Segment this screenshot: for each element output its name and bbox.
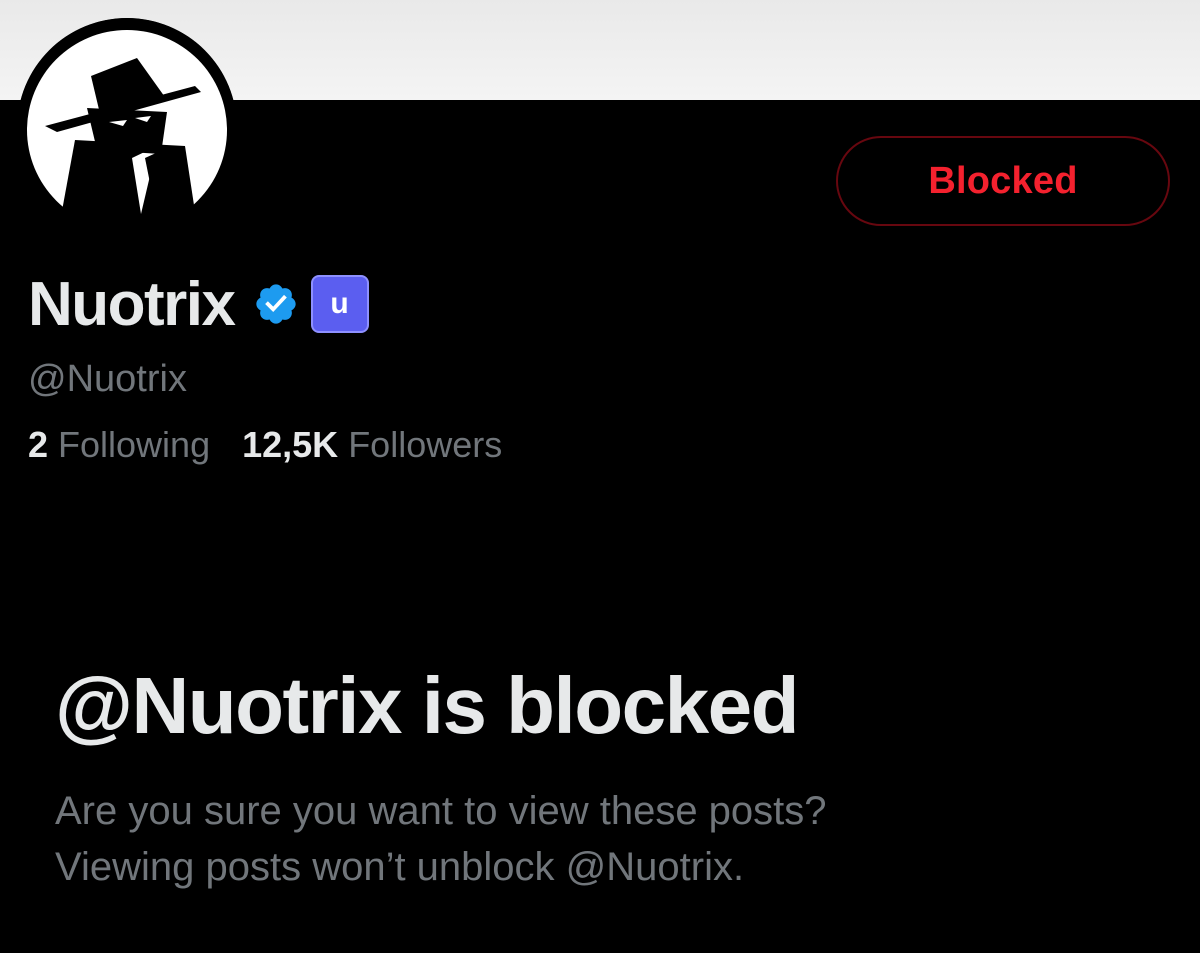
profile-avatar[interactable]	[17, 18, 237, 238]
profile-name-row: Nuotrix u	[28, 268, 369, 340]
blocked-button[interactable]: Blocked	[836, 136, 1170, 226]
followers-link[interactable]: 12,5K Followers	[242, 424, 502, 466]
spy-hat-figure-icon	[17, 18, 237, 238]
following-label: Following	[58, 424, 211, 465]
affiliate-badge-letter: u	[330, 287, 349, 320]
display-name: Nuotrix	[28, 269, 236, 339]
following-count: 2	[28, 424, 49, 465]
blocked-notice-description: Are you sure you want to view these post…	[55, 783, 1155, 895]
profile-handle: @Nuotrix	[28, 358, 187, 400]
blocked-notice-title: @Nuotrix is blocked	[55, 661, 799, 750]
blocked-notice-line-2: Viewing posts won’t unblock @Nuotrix.	[55, 845, 745, 889]
profile-stats: 2 Following 12,5K Followers	[28, 424, 502, 466]
following-link[interactable]: 2 Following	[28, 424, 210, 466]
followers-count: 12,5K	[242, 424, 339, 465]
verified-badge-icon[interactable]	[253, 281, 299, 327]
blocked-button-label: Blocked	[928, 159, 1078, 202]
blocked-notice-line-1: Are you sure you want to view these post…	[55, 789, 827, 833]
affiliate-badge[interactable]: u	[310, 275, 369, 333]
followers-label: Followers	[348, 424, 503, 465]
